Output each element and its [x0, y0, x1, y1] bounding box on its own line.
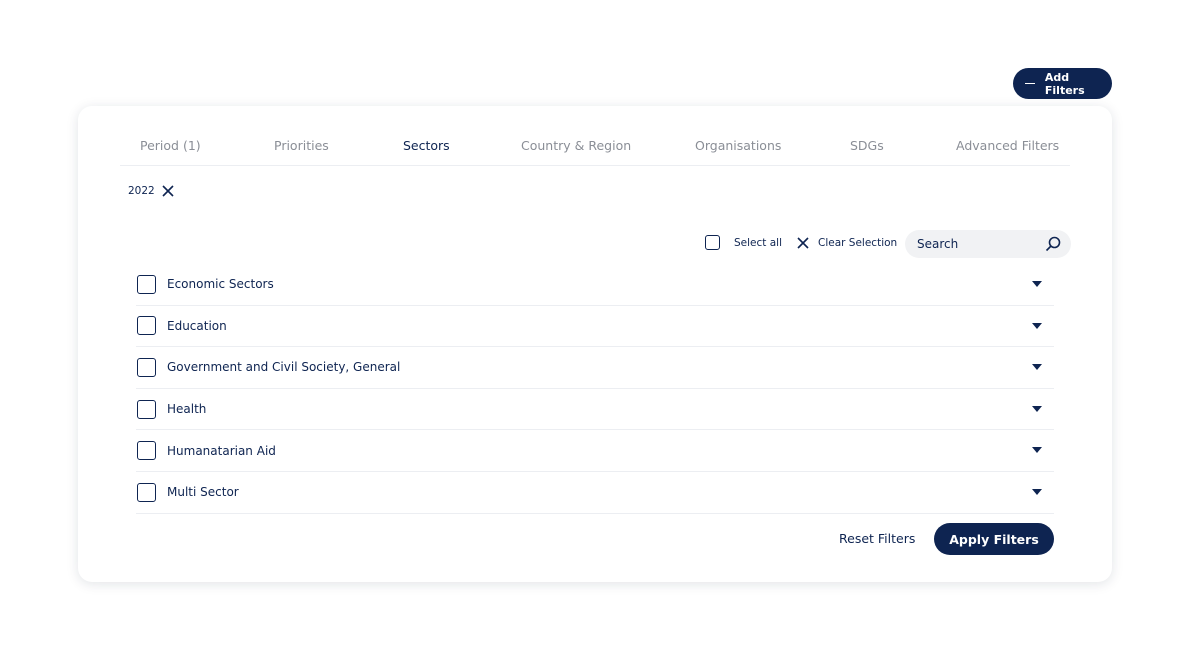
tab-advanced-filters[interactable]: Advanced Filters [956, 138, 1059, 153]
caret-down-icon[interactable] [1032, 281, 1042, 288]
clear-selection-label: Clear Selection [818, 237, 898, 249]
add-filters-label: Add Filters [1044, 70, 1085, 97]
sector-label: Education [167, 318, 227, 333]
sector-checkbox[interactable] [137, 357, 156, 377]
tab-period[interactable]: Period (1) [140, 138, 201, 153]
list-item[interactable]: Economic Sectors [136, 264, 1054, 306]
caret-down-icon[interactable] [1032, 447, 1042, 454]
tab-organisations[interactable]: Organisations [695, 138, 781, 153]
caret-down-icon[interactable] [1032, 405, 1042, 413]
filter-tabs: Period (1) Priorities Sectors Country & … [120, 134, 1070, 166]
tab-country-region[interactable]: Country & Region [521, 138, 631, 153]
close-icon [797, 237, 809, 249]
sector-label: Multi Sector [167, 485, 239, 500]
sector-list: Economic Sectors Education Government an… [136, 264, 1054, 514]
sector-checkbox[interactable] [137, 441, 156, 461]
list-item[interactable]: Health [136, 389, 1054, 431]
list-item[interactable]: Education [136, 306, 1054, 348]
sector-label: Health [167, 402, 207, 417]
filter-panel: Period (1) Priorities Sectors Country & … [78, 106, 1112, 582]
reset-filters-button[interactable]: Reset Filters [839, 531, 915, 546]
clear-selection-button[interactable]: Clear Selection [796, 236, 897, 250]
tab-priorities[interactable]: Priorities [274, 138, 329, 153]
sector-checkbox[interactable] [137, 274, 156, 294]
tab-sectors[interactable]: Sectors [403, 138, 450, 153]
add-filters-button[interactable]: Add Filters [1013, 68, 1112, 99]
minus-icon [1025, 82, 1035, 85]
sector-label: Government and Civil Society, General [167, 360, 401, 375]
caret-down-icon[interactable] [1032, 322, 1042, 330]
filter-page: Add Filters Period (1) Priorities Sector… [0, 0, 1190, 645]
sector-checkbox[interactable] [137, 316, 156, 336]
close-icon[interactable] [161, 184, 175, 198]
select-all-label: Select all [734, 236, 782, 249]
apply-filters-button[interactable]: Apply Filters [934, 523, 1054, 555]
caret-down-icon[interactable] [1032, 488, 1042, 496]
sector-label: Economic Sectors [167, 277, 274, 292]
sector-label: Humanatarian Aid [167, 443, 276, 458]
search-box [905, 230, 1071, 258]
list-item[interactable]: Humanatarian Aid [136, 430, 1054, 472]
search-input[interactable] [917, 237, 1037, 251]
caret-down-icon[interactable] [1032, 364, 1042, 371]
sector-checkbox[interactable] [137, 482, 156, 502]
select-all-checkbox[interactable] [705, 235, 720, 250]
list-item[interactable]: Government and Civil Society, General [136, 347, 1054, 389]
search-icon[interactable] [1045, 236, 1061, 252]
tab-sdgs[interactable]: SDGs [850, 138, 884, 153]
active-filter-chip: 2022 [128, 184, 175, 198]
select-all-control[interactable]: Select all [705, 235, 782, 250]
list-item[interactable]: Multi Sector [136, 472, 1054, 514]
sector-checkbox[interactable] [137, 399, 156, 419]
active-filter-label: 2022 [128, 185, 155, 197]
